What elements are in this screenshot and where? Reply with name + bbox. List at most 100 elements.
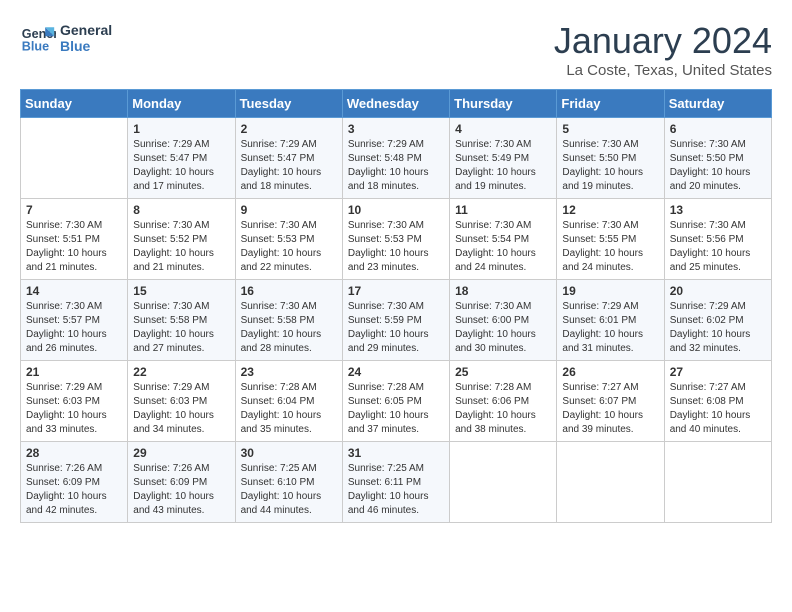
day-number: 16	[241, 284, 337, 298]
day-number: 27	[670, 365, 766, 379]
day-cell: 23Sunrise: 7:28 AMSunset: 6:04 PMDayligh…	[235, 361, 342, 442]
col-header-tuesday: Tuesday	[235, 90, 342, 118]
day-number: 29	[133, 446, 229, 460]
day-info: Sunrise: 7:28 AMSunset: 6:04 PMDaylight:…	[241, 381, 337, 437]
day-cell: 21Sunrise: 7:29 AMSunset: 6:03 PMDayligh…	[21, 361, 128, 442]
day-cell: 31 Sunrise: 7:25 AMSunset: 6:11 PMDayligh…	[342, 442, 449, 523]
day-cell: 12Sunrise: 7:30 AMSunset: 5:55 PMDayligh…	[557, 199, 664, 280]
day-cell: 28 Sunrise: 7:26 AMSunset: 6:09 PMDayligh…	[21, 442, 128, 523]
day-number: 3	[348, 122, 444, 136]
day-number: 31	[348, 446, 444, 460]
day-info: Sunrise: 7:26 AMSunset: 6:09 PMDaylight:…	[26, 462, 122, 518]
day-info: Sunrise: 7:30 AMSunset: 5:58 PMDaylight:…	[133, 300, 229, 356]
col-header-wednesday: Wednesday	[342, 90, 449, 118]
day-number: 22	[133, 365, 229, 379]
day-cell: 22 Sunrise: 7:29 AMSunset: 6:03 PMDayligh…	[128, 361, 235, 442]
day-cell	[450, 442, 557, 523]
logo-text-line1: General	[60, 22, 112, 38]
day-cell: 17 Sunrise: 7:30 AMSunset: 5:59 PMDayligh…	[342, 280, 449, 361]
calendar-subtitle: La Coste, Texas, United States	[554, 62, 772, 79]
week-row-2: 7 Sunrise: 7:30 AMSunset: 5:51 PMDaylight…	[21, 199, 772, 280]
day-cell	[557, 442, 664, 523]
day-info: Sunrise: 7:29 AMSunset: 5:47 PMDaylight:…	[133, 138, 229, 194]
day-info: Sunrise: 7:30 AMSunset: 5:51 PMDaylight:…	[26, 219, 122, 275]
day-info: Sunrise: 7:30 AMSunset: 5:49 PMDaylight:…	[455, 138, 551, 194]
day-info: Sunrise: 7:30 AMSunset: 5:59 PMDaylight:…	[348, 300, 444, 356]
day-cell: 25Sunrise: 7:28 AMSunset: 6:06 PMDayligh…	[450, 361, 557, 442]
week-row-3: 14 Sunrise: 7:30 AMSunset: 5:57 PMDayligh…	[21, 280, 772, 361]
day-cell: 14 Sunrise: 7:30 AMSunset: 5:57 PMDayligh…	[21, 280, 128, 361]
day-number: 20	[670, 284, 766, 298]
calendar-title: January 2024	[554, 20, 772, 62]
day-cell	[664, 442, 771, 523]
title-block: January 2024 La Coste, Texas, United Sta…	[554, 20, 772, 79]
day-info: Sunrise: 7:30 AMSunset: 5:53 PMDaylight:…	[348, 219, 444, 275]
day-info: Sunrise: 7:30 AMSunset: 5:58 PMDaylight:…	[241, 300, 337, 356]
day-cell: 10 Sunrise: 7:30 AMSunset: 5:53 PMDayligh…	[342, 199, 449, 280]
day-info: Sunrise: 7:29 AMSunset: 6:02 PMDaylight:…	[670, 300, 766, 356]
day-number: 21	[26, 365, 122, 379]
col-header-saturday: Saturday	[664, 90, 771, 118]
day-info: Sunrise: 7:30 AMSunset: 5:52 PMDaylight:…	[133, 219, 229, 275]
svg-text:Blue: Blue	[22, 40, 49, 54]
day-info: Sunrise: 7:30 AMSunset: 5:50 PMDaylight:…	[670, 138, 766, 194]
day-cell: 19 Sunrise: 7:29 AMSunset: 6:01 PMDayligh…	[557, 280, 664, 361]
day-number: 15	[133, 284, 229, 298]
day-info: Sunrise: 7:25 AMSunset: 6:10 PMDaylight:…	[241, 462, 337, 518]
col-header-friday: Friday	[557, 90, 664, 118]
day-number: 5	[562, 122, 658, 136]
day-cell: 1 Sunrise: 7:29 AMSunset: 5:47 PMDaylight…	[128, 118, 235, 199]
day-cell: 7 Sunrise: 7:30 AMSunset: 5:51 PMDaylight…	[21, 199, 128, 280]
day-cell: 26Sunrise: 7:27 AMSunset: 6:07 PMDayligh…	[557, 361, 664, 442]
day-number: 30	[241, 446, 337, 460]
day-cell: 16 Sunrise: 7:30 AMSunset: 5:58 PMDayligh…	[235, 280, 342, 361]
col-header-thursday: Thursday	[450, 90, 557, 118]
day-info: Sunrise: 7:29 AMSunset: 6:03 PMDaylight:…	[133, 381, 229, 437]
day-info: Sunrise: 7:30 AMSunset: 5:53 PMDaylight:…	[241, 219, 337, 275]
logo-icon: General Blue	[20, 20, 56, 56]
day-cell: 20 Sunrise: 7:29 AMSunset: 6:02 PMDayligh…	[664, 280, 771, 361]
day-number: 14	[26, 284, 122, 298]
day-info: Sunrise: 7:25 AMSunset: 6:11 PMDaylight:…	[348, 462, 444, 518]
day-info: Sunrise: 7:27 AMSunset: 6:08 PMDaylight:…	[670, 381, 766, 437]
day-number: 1	[133, 122, 229, 136]
day-cell: 29 Sunrise: 7:26 AMSunset: 6:09 PMDayligh…	[128, 442, 235, 523]
day-cell: 6 Sunrise: 7:30 AMSunset: 5:50 PMDaylight…	[664, 118, 771, 199]
day-info: Sunrise: 7:30 AMSunset: 5:57 PMDaylight:…	[26, 300, 122, 356]
day-number: 18	[455, 284, 551, 298]
day-cell: 4 Sunrise: 7:30 AMSunset: 5:49 PMDaylight…	[450, 118, 557, 199]
calendar-header-row: SundayMondayTuesdayWednesdayThursdayFrid…	[21, 90, 772, 118]
col-header-monday: Monday	[128, 90, 235, 118]
day-info: Sunrise: 7:30 AMSunset: 5:50 PMDaylight:…	[562, 138, 658, 194]
day-number: 4	[455, 122, 551, 136]
day-cell: 5 Sunrise: 7:30 AMSunset: 5:50 PMDaylight…	[557, 118, 664, 199]
day-number: 28	[26, 446, 122, 460]
week-row-5: 28 Sunrise: 7:26 AMSunset: 6:09 PMDayligh…	[21, 442, 772, 523]
day-cell: 8Sunrise: 7:30 AMSunset: 5:52 PMDaylight…	[128, 199, 235, 280]
day-number: 13	[670, 203, 766, 217]
day-number: 7	[26, 203, 122, 217]
day-number: 2	[241, 122, 337, 136]
day-number: 10	[348, 203, 444, 217]
day-number: 6	[670, 122, 766, 136]
day-cell: 3Sunrise: 7:29 AMSunset: 5:48 PMDaylight…	[342, 118, 449, 199]
week-row-1: 1 Sunrise: 7:29 AMSunset: 5:47 PMDaylight…	[21, 118, 772, 199]
day-cell: 11Sunrise: 7:30 AMSunset: 5:54 PMDayligh…	[450, 199, 557, 280]
day-number: 12	[562, 203, 658, 217]
day-info: Sunrise: 7:29 AMSunset: 6:01 PMDaylight:…	[562, 300, 658, 356]
day-cell: 9Sunrise: 7:30 AMSunset: 5:53 PMDaylight…	[235, 199, 342, 280]
day-cell: 30 Sunrise: 7:25 AMSunset: 6:10 PMDayligh…	[235, 442, 342, 523]
day-info: Sunrise: 7:26 AMSunset: 6:09 PMDaylight:…	[133, 462, 229, 518]
day-info: Sunrise: 7:30 AMSunset: 6:00 PMDaylight:…	[455, 300, 551, 356]
calendar-table: SundayMondayTuesdayWednesdayThursdayFrid…	[20, 89, 772, 523]
day-cell: 15 Sunrise: 7:30 AMSunset: 5:58 PMDayligh…	[128, 280, 235, 361]
day-number: 19	[562, 284, 658, 298]
day-info: Sunrise: 7:28 AMSunset: 6:06 PMDaylight:…	[455, 381, 551, 437]
day-cell: 27 Sunrise: 7:27 AMSunset: 6:08 PMDayligh…	[664, 361, 771, 442]
col-header-sunday: Sunday	[21, 90, 128, 118]
day-number: 17	[348, 284, 444, 298]
logo-text-line2: Blue	[60, 38, 112, 54]
day-info: Sunrise: 7:29 AMSunset: 5:47 PMDaylight:…	[241, 138, 337, 194]
week-row-4: 21 Sunrise: 7:29 AMSunset: 6:03 PMDayligh…	[21, 361, 772, 442]
day-cell: 24Sunrise: 7:28 AMSunset: 6:05 PMDayligh…	[342, 361, 449, 442]
